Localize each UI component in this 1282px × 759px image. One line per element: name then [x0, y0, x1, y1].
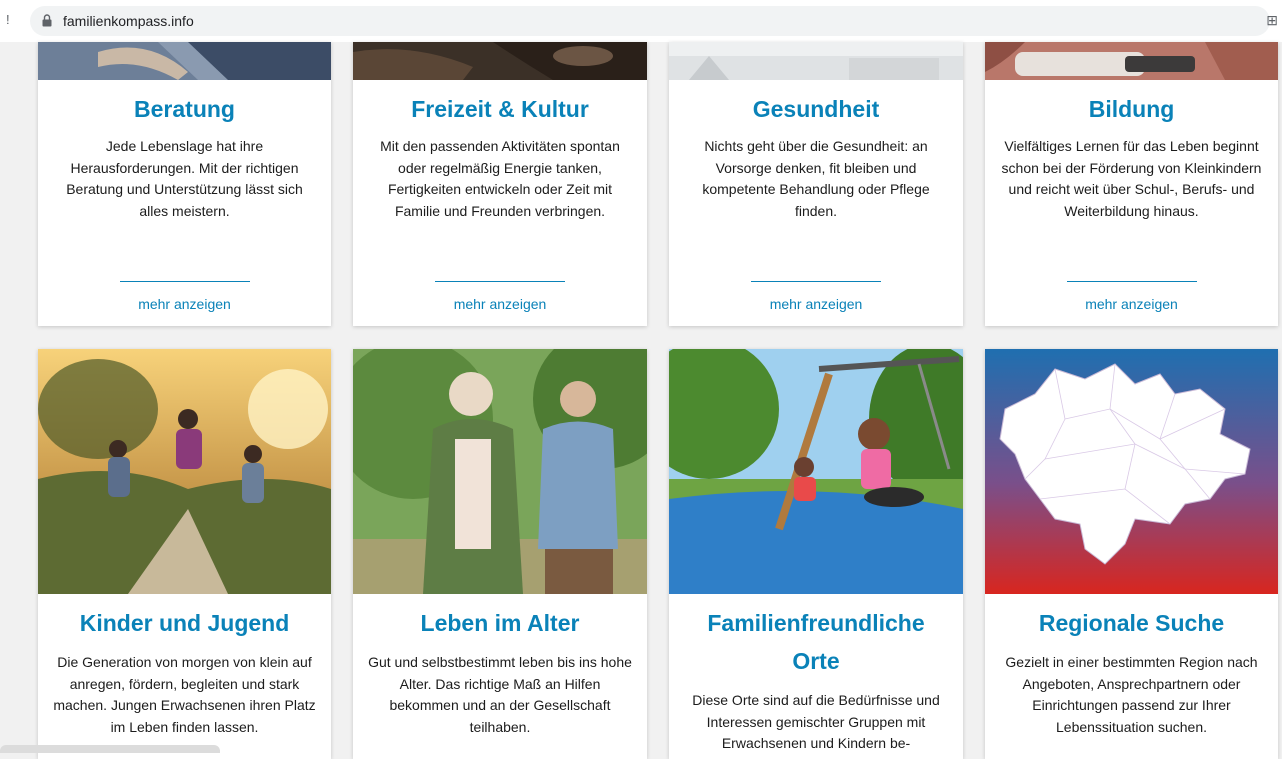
card-title[interactable]: Beratung — [38, 90, 331, 128]
card-image — [353, 42, 647, 80]
card-title[interactable]: Regionale Suche — [985, 604, 1278, 642]
card-description: Diese Orte sind auf die Bedürfnisse und … — [692, 692, 940, 751]
status-bubble — [0, 745, 220, 753]
more-link[interactable]: mehr anzeigen — [38, 296, 331, 312]
card-image — [353, 349, 647, 594]
url-bar[interactable] — [30, 6, 1270, 36]
browser-address-bar: ! familienkompass.info ⊞ — [0, 0, 1282, 42]
card-description: Vielfältiges Lernen für das Leben beginn… — [1001, 138, 1262, 219]
more-link[interactable]: mehr anzeigen — [669, 296, 963, 312]
card-description: Jede Lebenslage hat ihre Herausforderung… — [66, 138, 303, 219]
card-title[interactable]: Kinder und Jugend — [38, 604, 331, 642]
region-map-image — [985, 349, 1278, 594]
card-description: Gezielt in einer bestimmten Region nach … — [1005, 654, 1258, 735]
kids-jumping-image — [38, 349, 331, 594]
back-edge-icon: ! — [6, 12, 10, 27]
card-title[interactable]: Leben im Alter — [353, 604, 647, 642]
card-leben-im-alter[interactable]: Leben im Alter Gut und selbstbestimmt le… — [353, 349, 647, 759]
card-image — [38, 349, 331, 594]
card-gesundheit[interactable]: Gesundheit Nichts geht über die Gesundhe… — [669, 42, 963, 326]
card-image — [669, 42, 963, 80]
card-description: Mit den passenden Aktivitäten spontan od… — [380, 138, 620, 219]
card-description: Die Generation von morgen von klein auf … — [53, 654, 316, 735]
card-title[interactable]: Familienfreundliche Orte — [704, 604, 928, 680]
extensions-icon[interactable]: ⊞ — [1266, 12, 1278, 29]
seniors-walking-image — [353, 349, 647, 594]
more-link[interactable]: mehr anzeigen — [353, 296, 647, 312]
url-text[interactable]: familienkompass.info — [63, 13, 194, 29]
playground-swing-image — [669, 349, 963, 594]
card-title[interactable]: Gesundheit — [669, 90, 963, 128]
card-regionale-suche[interactable]: Regionale Suche Gezielt in einer bestimm… — [985, 349, 1278, 759]
divider — [1067, 281, 1197, 282]
card-bildung[interactable]: Bildung Vielfältiges Lernen für das Lebe… — [985, 42, 1278, 326]
divider — [435, 281, 565, 282]
divider — [120, 281, 250, 282]
card-image — [38, 42, 331, 80]
card-beratung[interactable]: Beratung Jede Lebenslage hat ihre Heraus… — [38, 42, 331, 326]
divider — [751, 281, 881, 282]
card-title[interactable]: Bildung — [985, 90, 1278, 128]
card-title[interactable]: Freizeit & Kultur — [353, 90, 647, 128]
card-freizeit-kultur[interactable]: Freizeit & Kultur Mit den passenden Akti… — [353, 42, 647, 326]
card-image — [985, 349, 1278, 594]
card-description: Gut und selbstbestimmt leben bis ins hoh… — [368, 654, 632, 735]
more-link[interactable]: mehr anzeigen — [985, 296, 1278, 312]
card-description: Nichts geht über die Gesundheit: an Vors… — [702, 138, 930, 219]
card-image — [669, 349, 963, 594]
card-kinder-jugend[interactable]: Kinder und Jugend Die Generation von mor… — [38, 349, 331, 759]
lock-icon[interactable] — [42, 14, 52, 27]
card-familienfreundliche-orte[interactable]: Familienfreundliche Orte Diese Orte sind… — [669, 349, 963, 759]
card-image — [985, 42, 1278, 80]
